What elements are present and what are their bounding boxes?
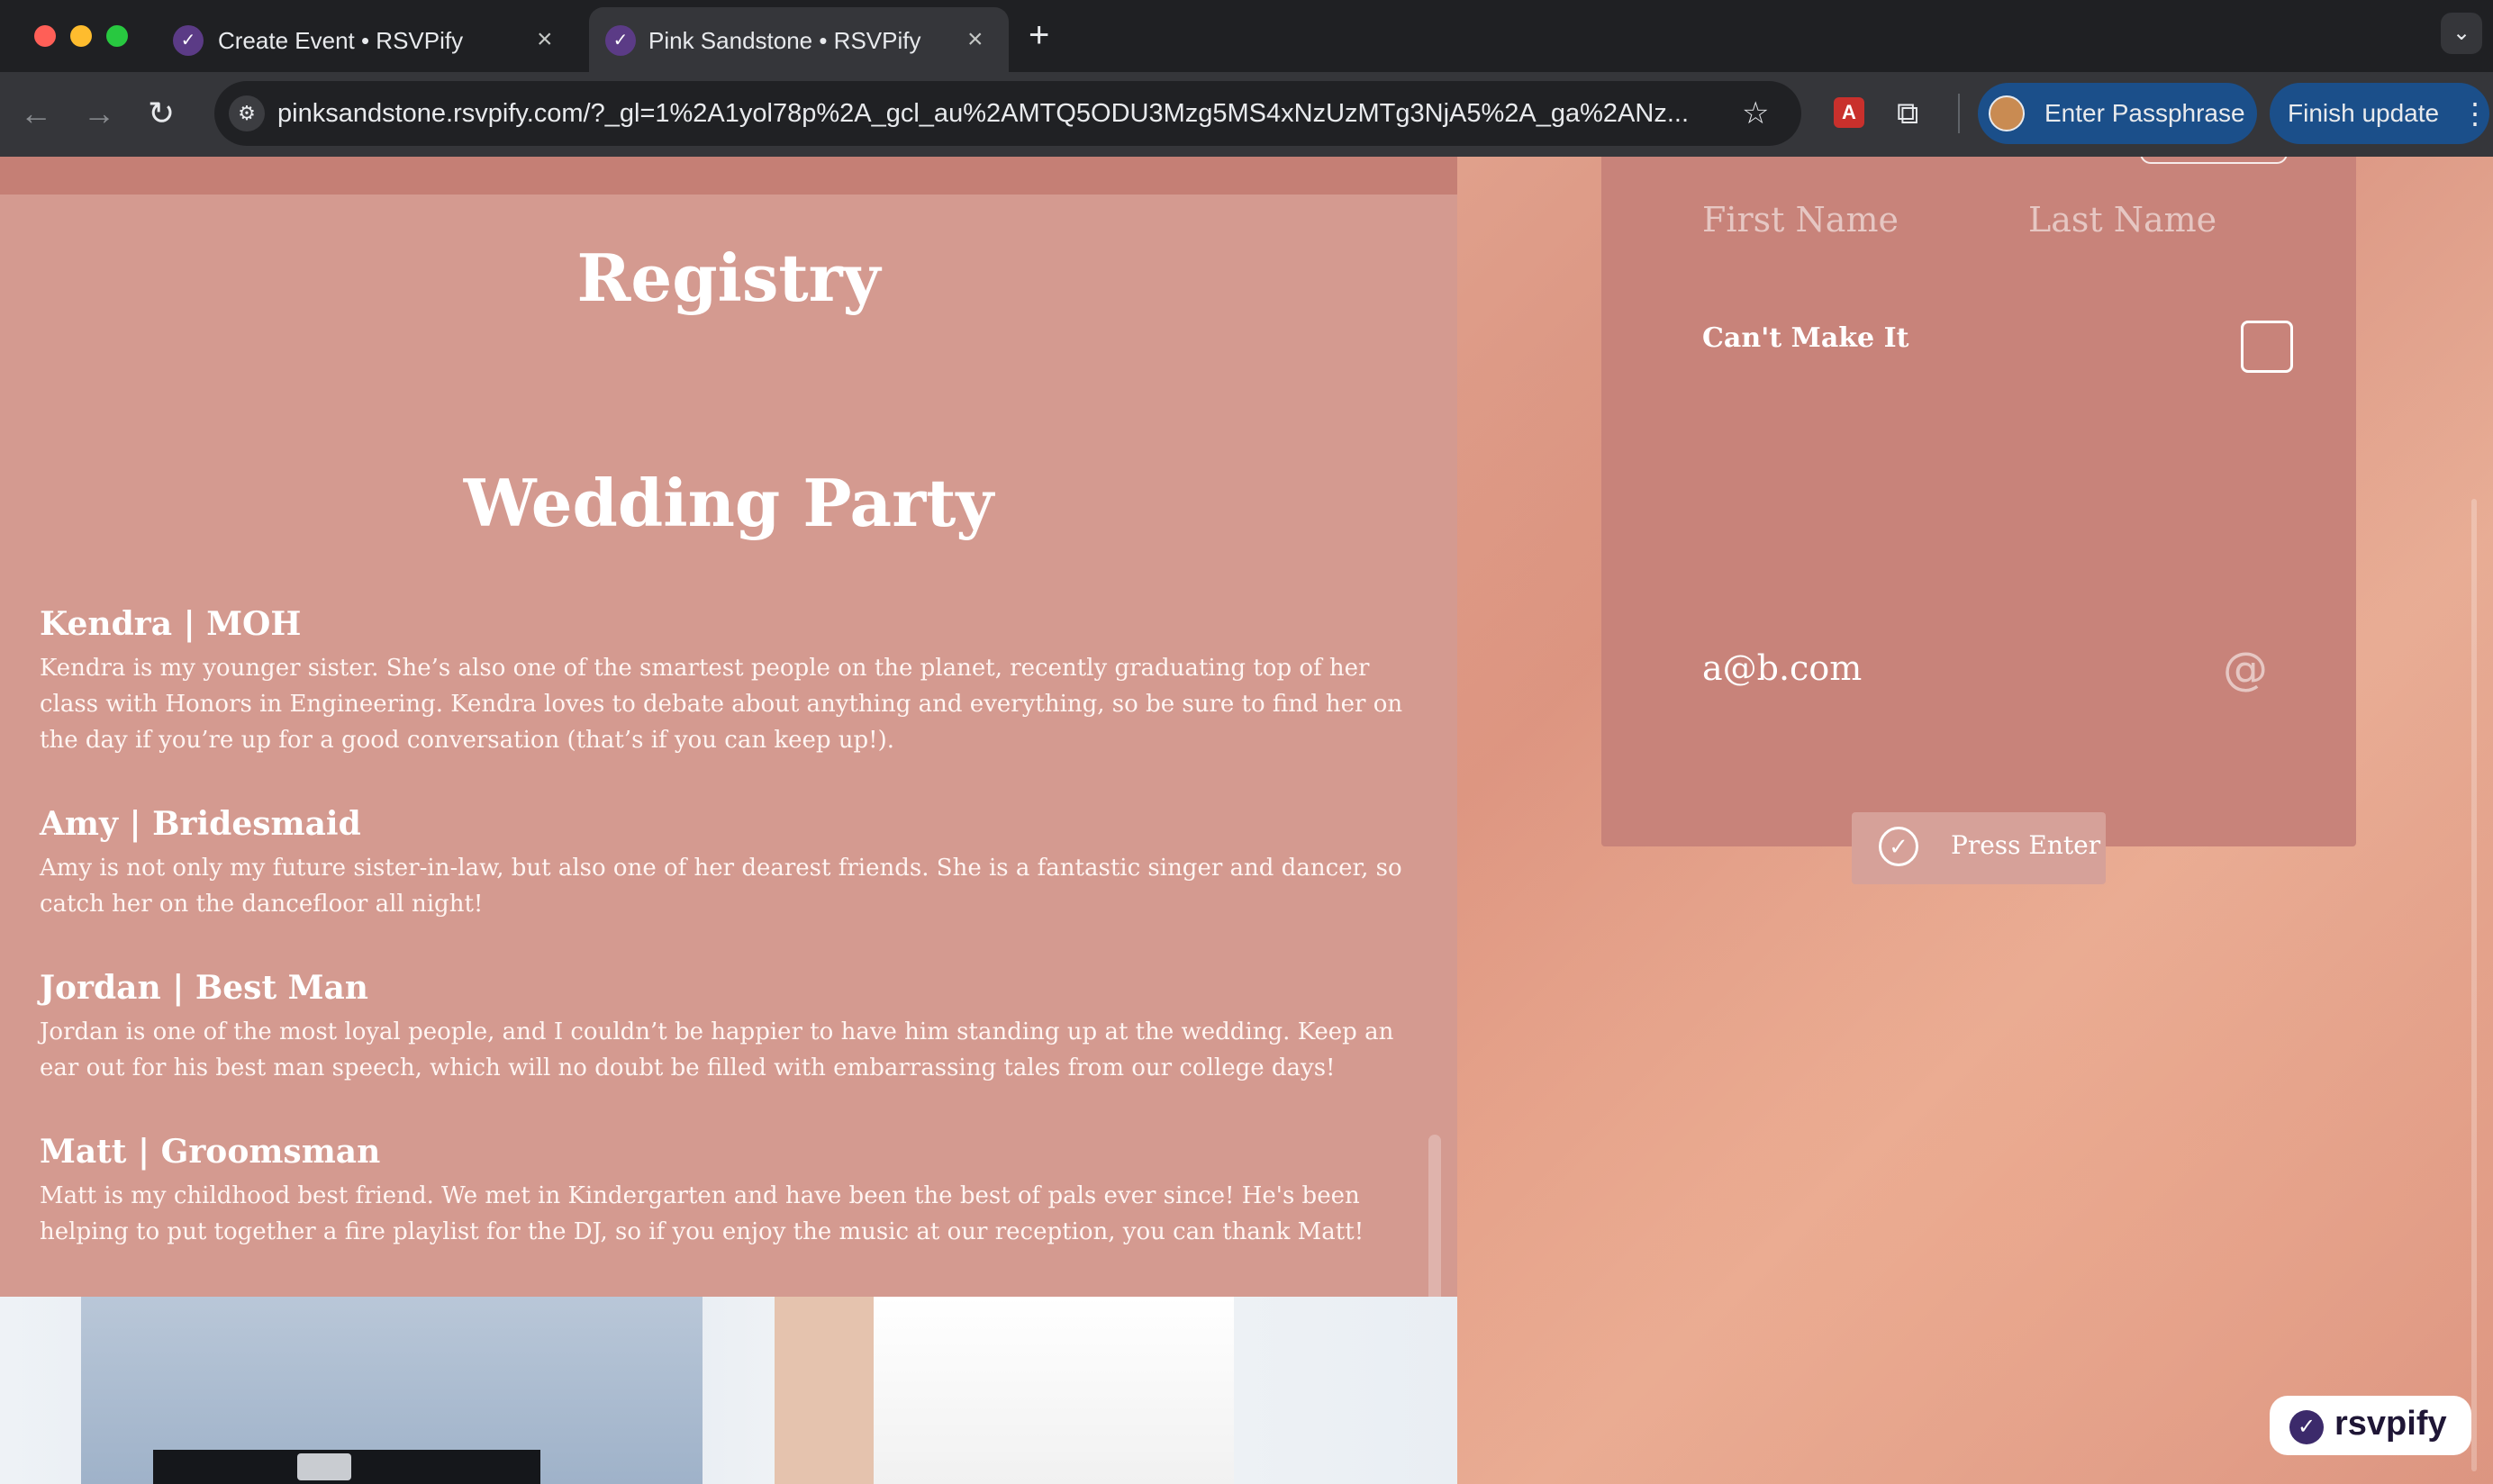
finish-update-button[interactable]: Finish update ⋮	[2270, 83, 2489, 144]
last-name-input[interactable]: Last Name	[2028, 200, 2217, 240]
panel-top-strip	[0, 157, 1457, 195]
toolbar-divider	[1958, 94, 1960, 133]
press-enter-button[interactable]: ✓ Press Enter	[1852, 812, 2106, 884]
member-name-jordan: Jordan | Best Man	[40, 969, 368, 1007]
site-settings-icon[interactable]: ⚙	[229, 95, 265, 131]
rsvpify-badge[interactable]: ✓ rsvpify	[2270, 1396, 2471, 1455]
pdf-extension-icon[interactable]: A	[1834, 97, 1864, 128]
minimize-window-button[interactable]	[70, 25, 92, 47]
rsvpify-favicon-icon: ✓	[173, 25, 204, 56]
member-description-kendra: Kendra is my younger sister. She’s also …	[40, 655, 1403, 754]
member-description-matt: Matt is my childhood best friend. We met…	[40, 1182, 1364, 1245]
close-tab-icon[interactable]: ×	[537, 22, 553, 58]
close-window-button[interactable]	[34, 25, 56, 47]
email-card: a@b.com @	[1601, 549, 2356, 846]
new-tab-icon[interactable]: +	[1029, 13, 1049, 58]
belt-buckle-shape	[297, 1453, 351, 1480]
page-viewport: Registry Wedding Party Kendra | MOH Kend…	[0, 157, 2493, 1484]
avatar	[1989, 95, 2025, 131]
couple-photo	[0, 1297, 1457, 1484]
tab-create-event[interactable]: ✓ Create Event • RSVPify ×	[162, 7, 582, 72]
email-input[interactable]: a@b.com	[1702, 648, 1862, 688]
extensions-puzzle-icon[interactable]: ⧉	[1897, 94, 1918, 133]
at-sign-icon: @	[2223, 643, 2268, 695]
member-name-matt: Matt | Groomsman	[40, 1133, 381, 1171]
reload-icon[interactable]: ↻	[148, 94, 175, 133]
finish-update-label: Finish update	[2288, 99, 2440, 127]
rsvpify-favicon-icon: ✓	[605, 25, 636, 56]
forward-arrow-icon[interactable]: →	[83, 94, 115, 133]
profile-button-label: Enter Passphrase	[2044, 99, 2245, 127]
first-name-input[interactable]: First Name	[1702, 200, 1899, 240]
member-name-amy: Amy | Bridesmaid	[40, 805, 361, 843]
rsvpify-logo-icon: ✓	[2289, 1410, 2324, 1444]
tab-search-chevron-icon[interactable]: ⌄	[2441, 13, 2482, 54]
check-circle-icon: ✓	[1879, 827, 1918, 866]
url-text[interactable]: pinksandstone.rsvpify.com/?_gl=1%2A1yol7…	[277, 99, 1689, 129]
press-enter-label: Press Enter	[1951, 830, 2101, 860]
rsvpify-brand-label: rsvpify	[2334, 1405, 2447, 1443]
tab-title: Pink Sandstone • RSVPify	[648, 27, 921, 54]
back-arrow-icon[interactable]: ←	[20, 94, 52, 133]
dress-shape	[865, 1297, 1234, 1484]
content-panel: Registry Wedding Party Kendra | MOH Kend…	[0, 157, 1457, 1484]
bookmark-star-icon[interactable]: ☆	[1742, 94, 1769, 133]
tab-strip: ✓ Create Event • RSVPify × ✓ Pink Sandst…	[0, 0, 2493, 72]
maximize-window-button[interactable]	[106, 25, 128, 47]
profile-button[interactable]: Enter Passphrase	[1978, 83, 2257, 144]
cant-make-it-checkbox[interactable]	[2241, 321, 2293, 373]
tab-title: Create Event • RSVPify	[218, 27, 464, 54]
tab-pink-sandstone[interactable]: ✓ Pink Sandstone • RSVPify ×	[589, 7, 1009, 72]
arm-shape	[775, 1297, 874, 1484]
page-scrollbar[interactable]	[2471, 499, 2477, 1471]
more-menu-icon[interactable]: ⋮	[2461, 83, 2489, 144]
member-description-amy: Amy is not only my future sister-in-law,…	[40, 855, 1402, 918]
cant-make-it-label: Can't Make It	[1702, 322, 1909, 354]
wedding-party-heading: Wedding Party	[463, 465, 994, 541]
member-name-kendra: Kendra | MOH	[40, 605, 302, 643]
card-tab-button[interactable]	[2140, 157, 2288, 164]
close-tab-icon[interactable]: ×	[967, 22, 984, 58]
registry-heading: Registry	[576, 240, 881, 316]
member-description-jordan: Jordan is one of the most loyal people, …	[40, 1018, 1394, 1081]
